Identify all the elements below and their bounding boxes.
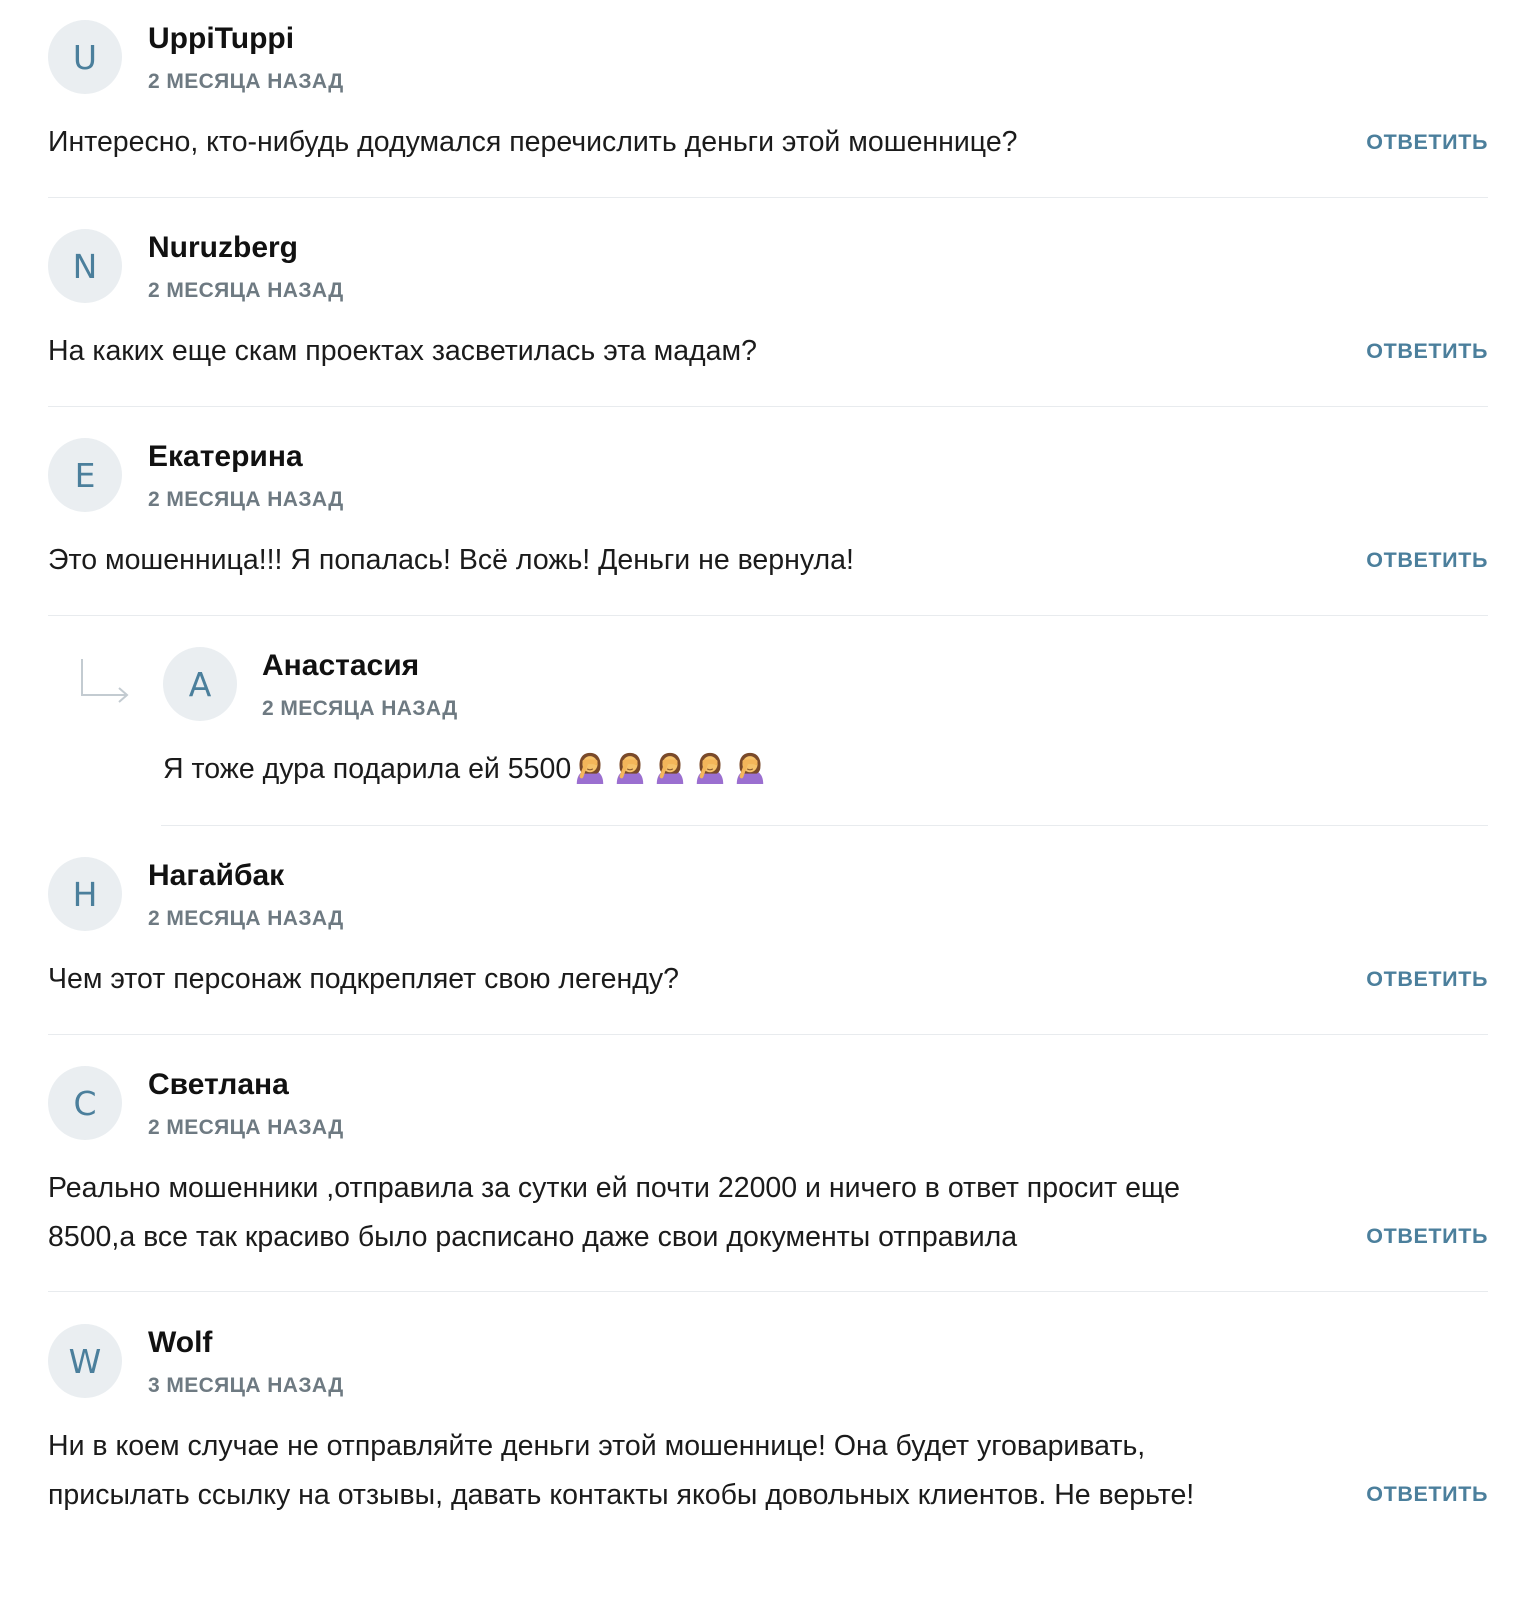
reply-button[interactable]: ОТВЕТИТЬ — [1366, 967, 1488, 992]
reply-button[interactable]: ОТВЕТИТЬ — [1366, 130, 1488, 155]
divider — [48, 1034, 1488, 1035]
woman-facepalming-icon — [616, 752, 644, 784]
divider — [48, 406, 1488, 407]
comment-item: С Светлана 2 МЕСЯЦА НАЗАД Реально мошенн… — [48, 1046, 1488, 1292]
avatar: U — [48, 20, 122, 94]
reply-button[interactable]: ОТВЕТИТЬ — [1366, 548, 1488, 573]
comment-text: Реально мошенники ,отправила за сутки ей… — [48, 1172, 1180, 1253]
comment-item: N Nuruzberg 2 МЕСЯЦА НАЗАД На каких еще … — [48, 209, 1488, 407]
reply-button[interactable]: ОТВЕТИТЬ — [1366, 1482, 1488, 1507]
comment-author: Светлана — [148, 1068, 289, 1101]
comment-reply: А Анастасия 2 МЕСЯЦА НАЗАД Я тоже дура п… — [48, 627, 1488, 837]
comment-timestamp: 2 МЕСЯЦА НАЗАД — [148, 70, 344, 93]
avatar: W — [48, 1324, 122, 1398]
comment-text: Интересно, кто-нибудь додумался перечисл… — [48, 126, 1018, 158]
woman-facepalming-icon — [736, 752, 764, 784]
comment-text: Ни в коем случае не отправляйте деньги э… — [48, 1430, 1195, 1511]
woman-facepalming-icon — [696, 752, 724, 784]
divider — [161, 825, 1488, 826]
comment-timestamp: 2 МЕСЯЦА НАЗАД — [148, 1116, 344, 1139]
avatar: Е — [48, 438, 122, 512]
comment-author: Анастасия — [262, 649, 420, 682]
comment-timestamp: 2 МЕСЯЦА НАЗАД — [148, 279, 344, 302]
comment-author: Nuruzberg — [148, 231, 298, 264]
avatar: Н — [48, 857, 122, 931]
comment-text: Чем этот персонаж подкрепляет свою леген… — [48, 963, 679, 995]
comment-author: Wolf — [148, 1326, 213, 1359]
comment-timestamp: 2 МЕСЯЦА НАЗАД — [148, 907, 344, 930]
divider — [48, 197, 1488, 198]
avatar: А — [163, 647, 237, 721]
reply-button[interactable]: ОТВЕТИТЬ — [1366, 1224, 1488, 1249]
avatar: С — [48, 1066, 122, 1140]
comment-timestamp: 3 МЕСЯЦА НАЗАД — [148, 1374, 344, 1397]
woman-facepalming-icon — [656, 752, 684, 784]
comment-item: Е Екатерина 2 МЕСЯЦА НАЗАД Это мошенница… — [48, 418, 1488, 616]
divider — [48, 615, 1488, 616]
divider — [48, 1291, 1488, 1292]
comment-timestamp: 2 МЕСЯЦА НАЗАД — [262, 697, 458, 720]
comment-item: Н Нагайбак 2 МЕСЯЦА НАЗАД Чем этот персо… — [48, 837, 1488, 1035]
comment-author: UppiTuppi — [148, 22, 295, 55]
comment-text: На каких еще скам проектах засветилась э… — [48, 335, 757, 367]
reply-arrow-icon — [81, 659, 129, 703]
reply-button[interactable]: ОТВЕТИТЬ — [1366, 339, 1488, 364]
comment-text-content: Я тоже дура подарила ей 5500 — [163, 753, 572, 785]
comment-item: W Wolf 3 МЕСЯЦА НАЗАД Ни в коем случае н… — [48, 1304, 1488, 1550]
comment-timestamp: 2 МЕСЯЦА НАЗАД — [148, 488, 344, 511]
comment-text: Это мошенница!!! Я попалась! Всё ложь! Д… — [48, 544, 854, 576]
comment-author: Нагайбак — [148, 859, 285, 892]
avatar: N — [48, 229, 122, 303]
emoji-row — [571, 752, 767, 785]
woman-facepalming-icon — [576, 752, 604, 784]
comment-author: Екатерина — [148, 440, 303, 473]
comment-item: U UppiTuppi 2 МЕСЯЦА НАЗАД Интересно, кт… — [48, 0, 1488, 198]
comment-text: Я тоже дура подарила ей 5500 — [163, 745, 1403, 794]
